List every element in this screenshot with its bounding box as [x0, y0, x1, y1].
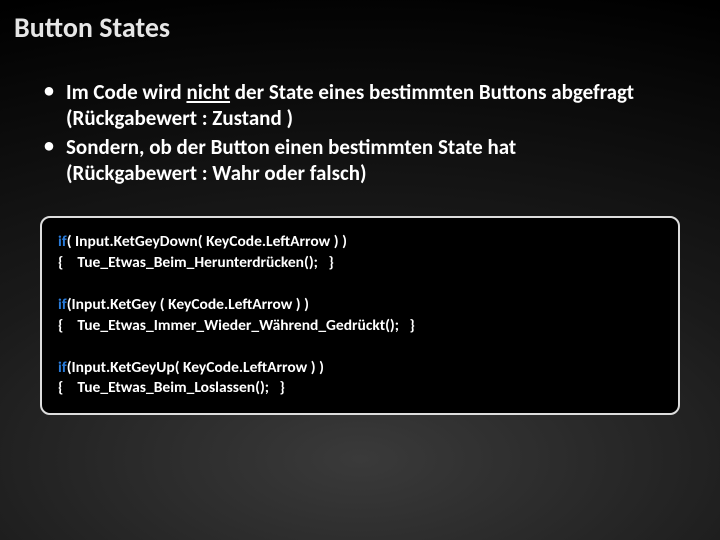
bullet-item: Sondern, ob der Button einen bestimmten …	[40, 134, 706, 187]
code-line: { Tue_Etwas_Beim_Herunterdrücken(); }	[58, 253, 662, 274]
bullet-list: Im Code wird nicht der State eines besti…	[40, 79, 706, 186]
code-blank-line	[58, 274, 662, 295]
code-text: (Input.KetGeyUp( KeyCode.LeftArrow ) )	[67, 358, 324, 377]
bullet-underline: nicht	[186, 79, 230, 105]
slide-content: Im Code wird nicht der State eines besti…	[0, 51, 720, 186]
bullet-text: Sondern, ob der Button einen bestimmten …	[66, 134, 516, 160]
code-blank-line	[58, 337, 662, 358]
keyword: if	[58, 358, 67, 377]
bullet-subtext: (Rückgabewert : Zustand )	[66, 105, 293, 131]
keyword: if	[58, 295, 67, 314]
bullet-item: Im Code wird nicht der State eines besti…	[40, 79, 706, 132]
code-line: { Tue_Etwas_Immer_Wieder_Während_Gedrück…	[58, 316, 662, 337]
code-line: if(Input.KetGey ( KeyCode.LeftArrow ) )	[58, 295, 662, 316]
bullet-text: der State eines bestimmten Buttons abgef…	[230, 79, 634, 105]
bullet-text: Im Code wird	[66, 79, 186, 105]
code-line: if( Input.KetGeyDown( KeyCode.LeftArrow …	[58, 232, 662, 253]
slide: Button States Im Code wird nicht der Sta…	[0, 0, 720, 540]
code-line: { Tue_Etwas_Beim_Loslassen(); }	[58, 378, 662, 399]
code-line: if(Input.KetGeyUp( KeyCode.LeftArrow ) )	[58, 358, 662, 379]
code-text: ( Input.KetGeyDown( KeyCode.LeftArrow ) …	[67, 232, 347, 251]
slide-title: Button States	[0, 0, 720, 51]
code-text: (Input.KetGey ( KeyCode.LeftArrow ) )	[67, 295, 309, 314]
bullet-subtext: (Rückgabewert : Wahr oder falsch)	[66, 160, 367, 186]
keyword: if	[58, 232, 67, 251]
code-block: if( Input.KetGeyDown( KeyCode.LeftArrow …	[40, 216, 680, 415]
